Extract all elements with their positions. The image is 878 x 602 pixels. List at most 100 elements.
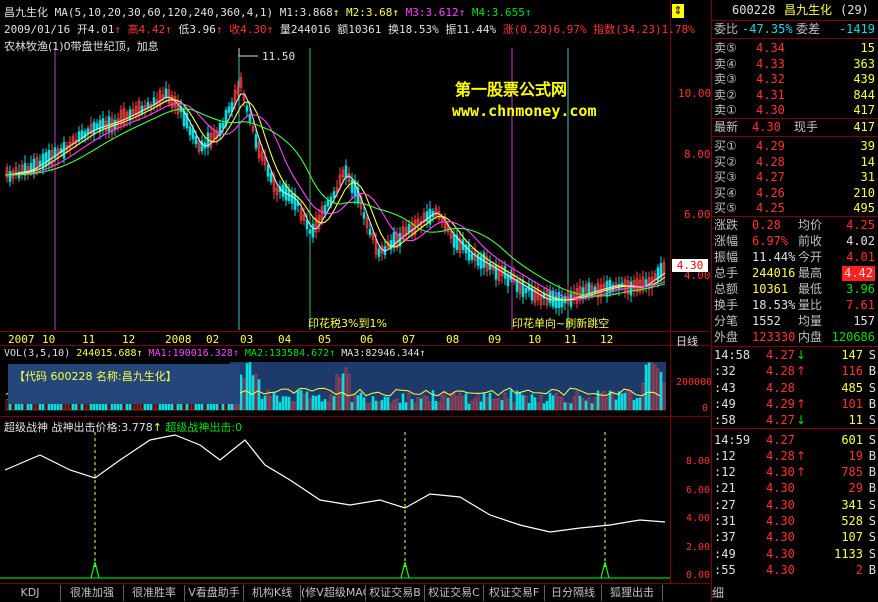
date-tick: 04 (278, 333, 292, 346)
candle-body (377, 248, 381, 257)
ask-row[interactable]: 卖① 4.30 417 (712, 103, 878, 118)
volume-bar (623, 392, 627, 411)
candle-body (95, 123, 99, 129)
volume-bar (434, 400, 438, 411)
watermark-url: www.chnmoney.com (452, 102, 597, 120)
candle-body (326, 199, 330, 207)
tab-qzjy-f[interactable]: 权证交易F (484, 585, 545, 601)
volume-bar (527, 402, 531, 411)
ask-row[interactable]: 卖⑤ 4.34 15 (712, 41, 878, 56)
indicator-header: 超级战神 战神出击价格:3.778↑ 超级战神出击:0 (4, 421, 243, 434)
stat-row[interactable]: 外盘 123330 内盘 120686 (712, 330, 878, 345)
ind-tick: 8.00 (686, 456, 711, 467)
scroll-arrow-icon[interactable]: ⇕ (672, 4, 684, 18)
ohlc-header: 2009/01/16 开4.01↑ 高4.42↑ 低3.96↑ 收4.30↑ 量… (4, 23, 695, 36)
stat-row[interactable]: 换手 18.53% 量比 7.61 (712, 298, 878, 313)
candle-body (128, 109, 132, 121)
ma-header: 昌九生化 MA(5,10,20,30,60,120,240,360,4,1) M… (4, 6, 532, 19)
tab-jgkx[interactable]: 机构K线 (244, 585, 301, 601)
bid-row[interactable]: 买⑤ 4.25 495 (712, 201, 878, 216)
tab-hlcj[interactable]: 狐狸出击 (602, 585, 663, 601)
candle-body (551, 290, 555, 307)
tab-kpzs[interactable]: V看盘助手 (185, 585, 244, 601)
candle-body (407, 224, 411, 233)
volume-bar (257, 379, 261, 411)
stat-row[interactable]: 涨跌 0.28 均价 4.25 (712, 218, 878, 233)
tab-kdj[interactable]: KDJ (0, 585, 61, 601)
volume-bar (401, 393, 405, 411)
volume-bar (569, 403, 573, 411)
candle-body (362, 212, 366, 219)
volume-bar (614, 399, 618, 411)
volume-bar (419, 398, 423, 411)
ask-row[interactable]: 卖② 4.31 844 (712, 88, 878, 103)
chart-area[interactable]: 昌九生化 MA(5,10,20,30,60,120,240,360,4,1) M… (0, 0, 712, 583)
volume-bar (542, 403, 546, 411)
tab-qzjy-b[interactable]: 权证交易B (366, 585, 425, 601)
ind-tick: 6.00 (686, 485, 711, 496)
candle-body (92, 122, 96, 135)
ind-tick: 2.00 (686, 542, 711, 553)
ask-row[interactable]: 卖③ 4.32 439 (712, 72, 878, 87)
date-tick: 11 (564, 333, 578, 346)
candle-body (311, 223, 315, 238)
stat-row[interactable]: 分笔 1552 均量 157 (712, 314, 878, 329)
axis-divider (670, 0, 671, 583)
volume-value: 量244016 (279, 23, 331, 36)
volume-bar (356, 395, 360, 411)
date-tick: 05 (318, 333, 332, 346)
candlestick-canvas[interactable] (0, 0, 670, 583)
volume-bar (362, 397, 366, 411)
volume-bar (296, 390, 300, 411)
candle-body (293, 193, 297, 210)
candle-body (560, 297, 564, 308)
tick-row: :27 4.30 341 S (714, 497, 876, 512)
tab-rfgx[interactable]: 日分隔线 (545, 585, 602, 601)
vol-tick: 0 (702, 403, 709, 414)
volume-bar (500, 400, 504, 411)
stat-row[interactable]: 总额 10361 最低 3.96 (712, 282, 878, 297)
candle-body (107, 116, 111, 132)
stat-row[interactable]: 涨幅 6.97% 前收 4.02 (712, 234, 878, 249)
candle-body (368, 228, 372, 236)
date-tick: 06 (360, 333, 374, 346)
candle-body (44, 152, 48, 167)
volume-bar (548, 392, 552, 411)
volume-bar (584, 400, 588, 411)
volume-bar (578, 395, 582, 411)
candle-body (266, 164, 270, 177)
volume-bar (77, 402, 81, 411)
tab-qzjy-c[interactable]: 权证交易C (425, 585, 484, 601)
bid-row[interactable]: 买④ 4.26 210 (712, 186, 878, 201)
date-tick: 07 (402, 333, 416, 346)
tab-hzjq[interactable]: 很准加强 (61, 585, 124, 601)
ask-row[interactable]: 卖④ 4.33 363 (712, 57, 878, 72)
candle-body (221, 122, 225, 129)
volume-bar (632, 400, 636, 411)
indicator-line (4, 434, 666, 533)
tick-row: :21 4.30 29 B (714, 481, 876, 496)
candle-body (308, 229, 312, 234)
period-label[interactable]: 日线 (676, 333, 698, 349)
price-tick: 10.00 (678, 87, 712, 100)
volume-bar (647, 362, 651, 411)
candle-body (194, 135, 198, 145)
volume-bar (299, 389, 303, 411)
candle-body (608, 279, 612, 294)
bid-row[interactable]: 买① 4.29 39 (712, 139, 878, 154)
tab-hzsl[interactable]: 很准胜率 (124, 585, 185, 601)
candle-body (548, 291, 552, 304)
volume-bar (332, 396, 336, 411)
volume-bar (371, 396, 375, 411)
volume-bar (179, 402, 183, 411)
bid-row[interactable]: 买③ 4.27 31 (712, 170, 878, 185)
tick-row: :31 4.30 528 S (714, 514, 876, 528)
volume-bar (350, 402, 354, 411)
detail-label[interactable]: 细 (712, 584, 724, 601)
stat-row[interactable]: 振幅 11.44% 今开 4.01 (712, 250, 878, 265)
bid-row[interactable]: 买② 4.28 14 (712, 155, 878, 170)
m4-value: M4:3.655 (471, 6, 525, 19)
stat-row[interactable]: 总手 244016 最高 4.42 (712, 266, 878, 281)
date-tick: 11 (82, 333, 96, 346)
tab-macd[interactable]: (修V超级MACD (301, 585, 366, 601)
